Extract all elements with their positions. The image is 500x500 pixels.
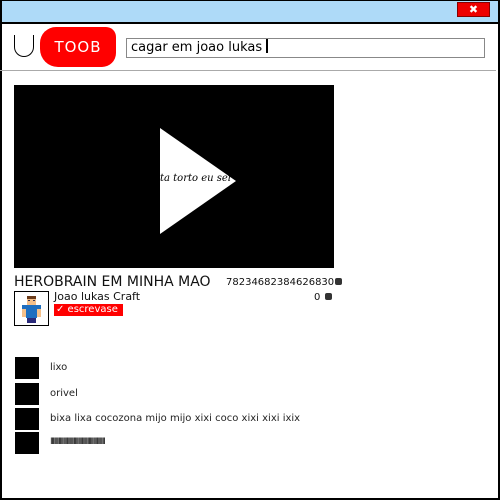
channel-avatar[interactable] bbox=[14, 291, 49, 326]
comment-icon bbox=[335, 278, 343, 285]
title-bar: ✖ bbox=[2, 1, 498, 24]
video-overlay-text: ta torto eu sei bbox=[160, 173, 231, 184]
text-caret bbox=[266, 39, 269, 53]
subscribe-button[interactable]: ✓ escrevase bbox=[54, 304, 123, 316]
comment-text: bixa lixa cocozona mijo mijo xixi coco x… bbox=[50, 413, 301, 424]
thumbs-up-icon[interactable] bbox=[324, 293, 332, 300]
comment-text: lixo bbox=[50, 362, 68, 373]
video-player[interactable]: ta torto eu sei bbox=[14, 85, 334, 268]
search-input[interactable]: cagar em joao lukas bbox=[126, 38, 485, 58]
logo-u-icon bbox=[14, 35, 34, 57]
video-title: HEROBRAIN EM MINHA MAO bbox=[14, 274, 211, 290]
logo[interactable]: TOOB bbox=[40, 27, 116, 67]
comment-avatar bbox=[15, 357, 39, 379]
comment-avatar bbox=[15, 432, 39, 454]
header-divider bbox=[0, 70, 496, 71]
like-count-value: 0 bbox=[314, 292, 321, 303]
comment-text: IIIIIIIIIIIIIIIIIIIIIIIIIIIIIIIIIIIIIIII… bbox=[50, 437, 106, 447]
comment-avatar bbox=[15, 383, 39, 405]
like-count[interactable]: 0 bbox=[314, 292, 332, 303]
comment-avatar bbox=[15, 408, 39, 430]
comment-text: orivel bbox=[50, 388, 78, 399]
view-count: 78234682384626830 bbox=[226, 277, 343, 288]
close-button[interactable]: ✖ bbox=[457, 2, 490, 17]
search-value: cagar em joao lukas bbox=[131, 40, 263, 55]
view-count-value: 78234682384626830 bbox=[226, 277, 335, 288]
minecraft-steve-icon bbox=[22, 296, 41, 323]
channel-name[interactable]: Joao lukas Craft bbox=[54, 290, 140, 303]
